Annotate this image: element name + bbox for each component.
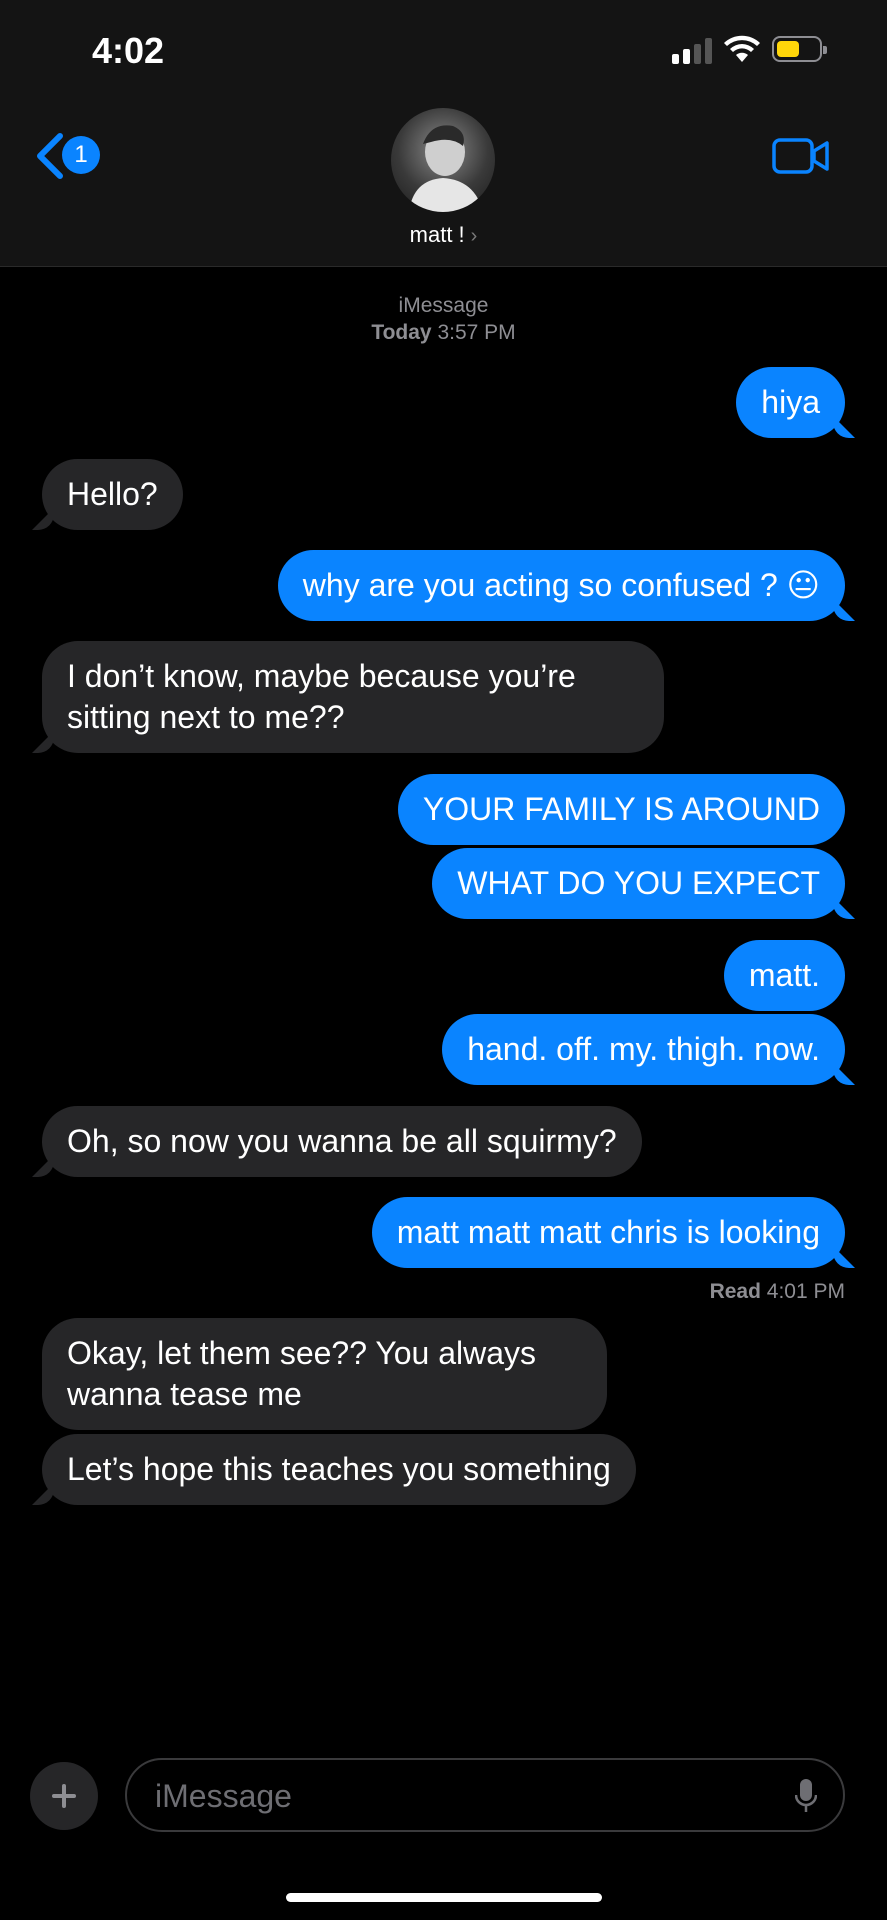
message-received[interactable]: I don’t know, maybe because you’re sitti…	[42, 641, 664, 753]
message-text: why are you acting so confused ?	[302, 567, 778, 603]
message-sent[interactable]: matt matt matt chris is looking	[371, 1197, 845, 1268]
date-time: 3:57 PM	[437, 321, 516, 344]
service-label: iMessage	[398, 294, 489, 317]
wifi-icon	[724, 35, 760, 62]
message-sent[interactable]: WHAT DO YOU EXPECT	[432, 848, 845, 919]
contact-name[interactable]: matt ! ›	[0, 222, 887, 248]
plus-icon[interactable]	[30, 1762, 98, 1830]
message-sent[interactable]: matt.	[723, 940, 845, 1011]
message-received[interactable]: Hello?	[42, 459, 183, 530]
neutral-face-emoji: 😐	[786, 567, 820, 603]
chevron-right-icon: ›	[470, 225, 478, 247]
message-received[interactable]: Okay, let them see?? You always wanna te…	[42, 1318, 607, 1430]
status-time: 4:02	[92, 30, 165, 71]
read-time: 4:01 PM	[766, 1280, 845, 1303]
contact-name-label: matt !	[409, 222, 465, 247]
message-sent[interactable]: hiya	[736, 367, 845, 438]
message-received[interactable]: Oh, so now you wanna be all squirmy?	[42, 1106, 642, 1177]
read-label: Read	[709, 1280, 761, 1303]
read-receipt: Read 4:01 PM	[710, 1280, 845, 1304]
home-indicator[interactable]	[286, 1893, 602, 1902]
contact-avatar[interactable]	[391, 108, 495, 212]
battery-icon	[772, 36, 827, 62]
unread-badge[interactable]: 1	[62, 136, 100, 174]
date-label: Today	[371, 321, 432, 344]
message-input-field[interactable]	[125, 1758, 845, 1832]
message-received[interactable]: Let’s hope this teaches you something	[42, 1434, 636, 1505]
message-sent[interactable]: why are you acting so confused ? 😐	[277, 550, 845, 621]
message-sent[interactable]: hand. off. my. thigh. now.	[442, 1014, 845, 1085]
microphone-icon[interactable]	[795, 1778, 817, 1814]
thread-timestamp: Today 3:57 PM	[0, 321, 887, 345]
signal-icon	[672, 38, 714, 64]
message-sent[interactable]: YOUR FAMILY IS AROUND	[397, 774, 845, 845]
header-divider	[0, 266, 887, 267]
message-input[interactable]	[153, 1770, 757, 1822]
video-camera-icon[interactable]	[772, 138, 830, 174]
